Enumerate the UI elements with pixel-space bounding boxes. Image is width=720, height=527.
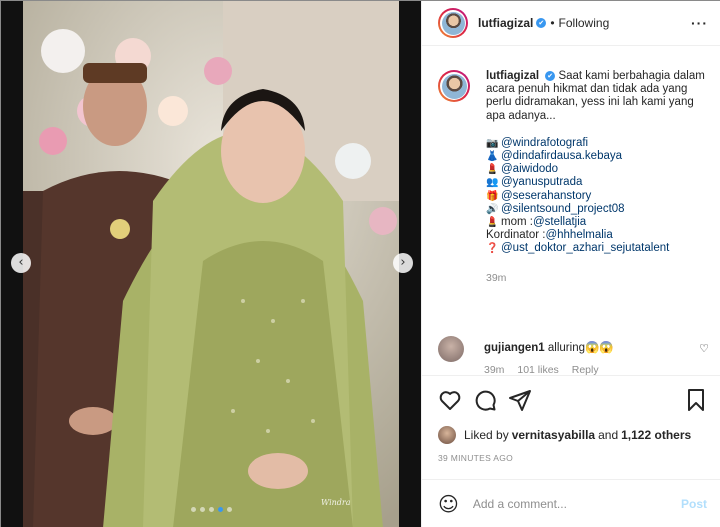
credit-link[interactable]: @dindafirdausa.kebaya [501, 150, 622, 163]
carousel-dot-active [218, 507, 223, 512]
likes-summary: Liked by vernitasyabilla and 1,122 other… [438, 426, 691, 444]
post-comment-button[interactable]: Post [681, 497, 707, 511]
question-icon: ❓ [486, 243, 499, 255]
carousel-dots [191, 507, 232, 512]
save-bookmark-icon[interactable] [684, 388, 708, 412]
reply-button[interactable]: Reply [572, 364, 599, 376]
post-frame: ‹ › Windra lutfiagizal ✔ • Following ···… [0, 0, 720, 527]
credit-link[interactable]: @silentsound_project08 [501, 203, 625, 216]
commenter-avatar[interactable] [438, 336, 464, 362]
verified-badge-icon: ✔ [545, 71, 556, 81]
credit-link[interactable]: @yanusputrada [501, 176, 582, 189]
wedding-photo-illustration [23, 1, 421, 527]
credit-link[interactable]: @ust_doktor_azhari_sejutatalent [501, 242, 669, 255]
likes-middle: and [598, 428, 619, 442]
likes-prefix: Liked by [464, 428, 509, 442]
camera-icon: 📷 [486, 137, 499, 149]
carousel-dot [209, 507, 214, 512]
author-avatar[interactable] [438, 8, 468, 38]
author-username[interactable]: lutfiagizal [478, 16, 533, 30]
comment-item: gujiangen1 alluring😱😱 39m 101 likes Repl… [438, 334, 713, 376]
comment-body: gujiangen1 alluring😱😱 [484, 340, 614, 354]
add-comment-bar: ☺ Post [422, 479, 720, 527]
credit-link[interactable]: @aiwidodo [501, 163, 558, 176]
caption-section: lutfiagizal ✔ Saat kami berbahagia dalam… [422, 46, 720, 376]
caption-username[interactable]: lutfiagizal [486, 70, 539, 82]
action-bar [422, 377, 720, 423]
post-header: lutfiagizal ✔ • Following ··· [422, 1, 720, 46]
credit-link[interactable]: @stellatjia [533, 216, 586, 229]
dress-icon: 👗 [486, 151, 499, 162]
credit-link[interactable]: @seserahanstory [501, 190, 591, 203]
post-photo[interactable] [23, 1, 421, 527]
comment-time[interactable]: 39m [484, 364, 504, 376]
more-options-icon[interactable]: ··· [691, 15, 708, 31]
liker-avatar[interactable] [438, 426, 456, 444]
credit-label: mom : [501, 215, 533, 228]
credit-label: Kordinator : [486, 229, 546, 242]
previous-photo-button[interactable]: ‹ [11, 253, 31, 273]
comment-like-heart-icon[interactable]: ♡ [699, 342, 709, 355]
credit-link[interactable]: @windrafotografi [501, 137, 588, 150]
emoji-picker-icon[interactable]: ☺ [438, 492, 459, 516]
likes-count[interactable]: 1,122 others [621, 428, 691, 442]
caption-avatar[interactable] [438, 70, 470, 102]
following-button[interactable]: Following [559, 16, 610, 30]
credit-link[interactable]: @hhhelmalia [545, 229, 612, 242]
comment-input[interactable] [472, 496, 653, 511]
credit-item: 🎁 @seserahanstory [486, 190, 707, 203]
speaker-icon: 🔊 [486, 203, 499, 215]
gift-icon: 🎁 [486, 190, 499, 202]
header-separator: • [550, 16, 555, 30]
post-timestamp[interactable]: 39 MINUTES AGO [438, 453, 513, 463]
next-photo-button[interactable]: › [393, 253, 413, 273]
people-icon: 👥 [486, 177, 499, 189]
comment-bubble-icon[interactable] [473, 388, 497, 412]
credit-item: Kordinator : @hhhelmalia [486, 229, 707, 242]
credit-item: 👗 @dindafirdausa.kebaya [486, 150, 707, 163]
verified-badge-icon: ✔ [536, 18, 547, 28]
carousel-dot [200, 507, 205, 512]
credits-list: 📷 @windrafotografi 👗 @dindafirdausa.keba… [486, 137, 707, 256]
carousel-dot [227, 507, 232, 512]
credit-item: 📷 @windrafotografi [486, 137, 707, 150]
comment-meta: 39m 101 likes Reply [484, 364, 609, 376]
comment-text: alluring😱😱 [547, 342, 614, 354]
carousel-dot [191, 507, 196, 512]
caption-body: lutfiagizal ✔ Saat kami berbahagia dalam… [486, 70, 707, 285]
lipstick-icon: 💄 [486, 216, 499, 228]
credit-item: 👥 @yanusputrada [486, 176, 707, 189]
like-heart-icon[interactable] [438, 388, 462, 412]
caption-timestamp[interactable]: 39m [486, 272, 707, 285]
post-side-panel: lutfiagizal ✔ • Following ··· lutfiagiza… [421, 1, 720, 527]
commenter-username[interactable]: gujiangen1 [484, 342, 545, 354]
lipstick-icon: 💄 [486, 164, 499, 176]
credit-item: 💄 @aiwidodo [486, 163, 707, 176]
photo-watermark: Windra [321, 498, 351, 507]
liker-username[interactable]: vernitasyabilla [512, 428, 595, 442]
comment-likes[interactable]: 101 likes [517, 364, 558, 376]
share-paper-plane-icon[interactable] [508, 388, 532, 412]
credit-item: 💄 mom : @stellatjia [486, 216, 707, 229]
credit-item: ❓ @ust_doktor_azhari_sejutatalent [486, 242, 707, 255]
credit-item: 🔊 @silentsound_project08 [486, 203, 707, 216]
